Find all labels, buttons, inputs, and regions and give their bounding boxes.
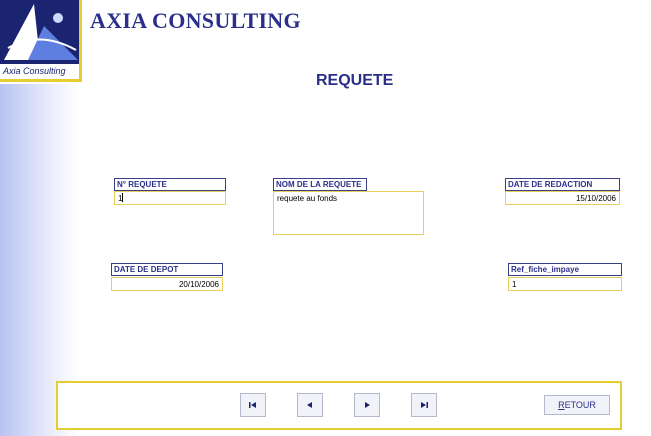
numero-field[interactable]: 1 (114, 191, 226, 205)
retour-label: ETOUR (564, 400, 596, 410)
previous-record-button[interactable] (297, 393, 323, 417)
retour-button[interactable]: R ETOUR (544, 395, 610, 415)
date-redaction-label: DATE DE REDACTION (505, 178, 620, 191)
page-title: REQUETE (316, 72, 394, 89)
last-record-icon (421, 402, 428, 408)
first-record-icon (249, 402, 256, 408)
date-depot-label: DATE DE DEPOT (111, 263, 223, 276)
logo-text: Axia Consulting (3, 66, 66, 76)
date-redaction-field[interactable]: 15/10/2006 (505, 191, 620, 205)
previous-record-icon (307, 402, 312, 408)
ref-fiche-label: Ref_fiche_impaye (508, 263, 622, 276)
last-record-button[interactable] (411, 393, 437, 417)
logo: Axia Consulting (0, 0, 82, 82)
nom-label: NOM DE LA REQUETE (273, 178, 367, 191)
next-record-icon (365, 402, 370, 408)
first-record-button[interactable] (240, 393, 266, 417)
brand-title: AXIA CONSULTING (90, 8, 301, 33)
next-record-button[interactable] (354, 393, 380, 417)
text-caret (122, 193, 124, 202)
ref-fiche-field[interactable]: 1 (508, 277, 622, 291)
numero-label: N° REQUETE (114, 178, 226, 191)
navigation-panel (56, 381, 622, 430)
date-depot-field[interactable]: 20/10/2006 (111, 277, 223, 291)
nom-field[interactable]: requete au fonds (273, 191, 424, 235)
